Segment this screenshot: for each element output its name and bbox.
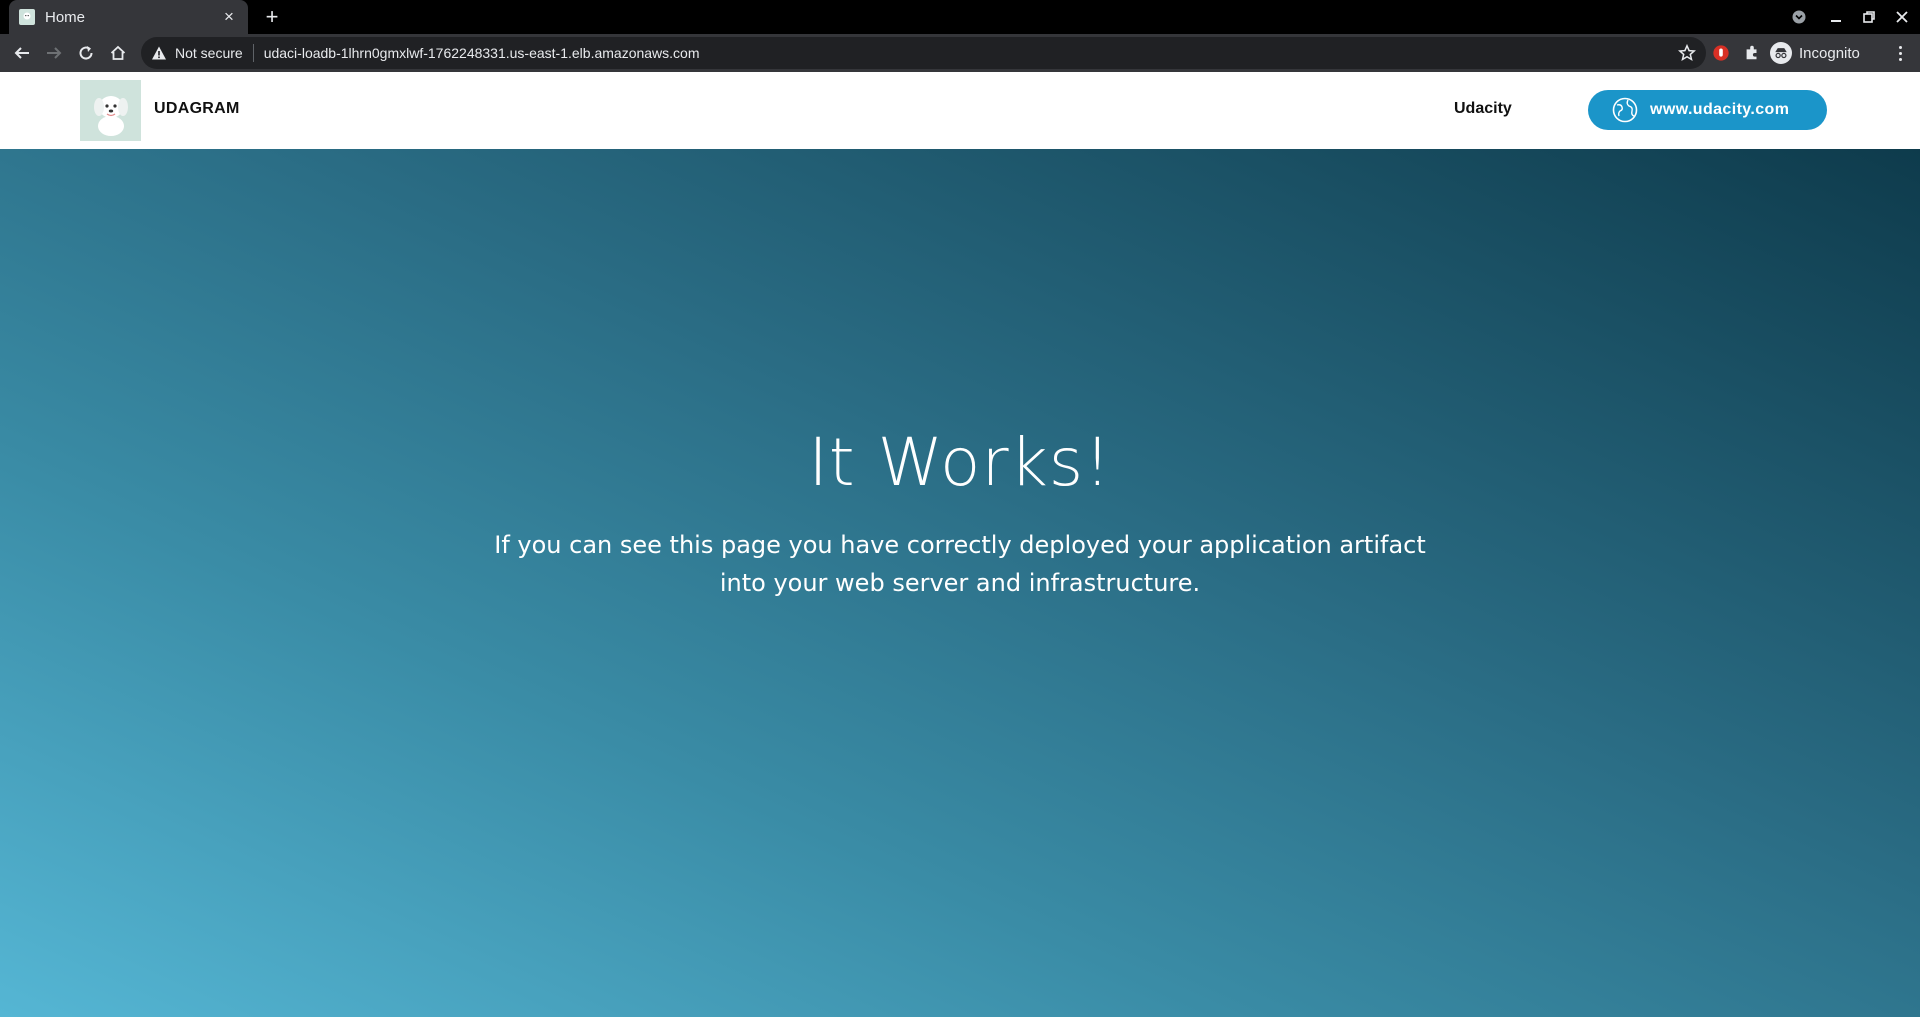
dog-logo-icon [94,96,128,136]
brand-name[interactable]: UDAGRAM [154,100,240,118]
forward-arrow-icon[interactable] [42,41,66,65]
url-text[interactable]: udaci-loadb-1lhrn0gmxlwf-1762248331.us-e… [264,45,700,61]
warning-triangle-icon [152,46,166,60]
red-hand-extension-icon[interactable] [1711,43,1731,63]
globe-icon [1612,97,1638,123]
brand-logo[interactable] [80,80,141,141]
address-bar[interactable]: Not secure udaci-loadb-1lhrn0gmxlwf-1762… [141,37,1706,69]
site-navbar: UDAGRAM Udacity www.udacity.com [0,72,1920,149]
incognito-profile[interactable]: Incognito [1770,39,1860,67]
new-tab-button[interactable]: + [260,5,284,29]
bookmark-star-icon[interactable] [1678,44,1696,62]
tab-close-icon[interactable]: × [220,7,238,27]
hero-heading: It Works! [808,424,1112,501]
home-icon[interactable] [106,41,130,65]
reload-icon[interactable] [74,41,98,65]
browser-toolbar: Not secure udaci-loadb-1lhrn0gmxlwf-1762… [0,34,1920,72]
browser-tab[interactable]: Home × [9,0,248,34]
web-page: UDAGRAM Udacity www.udacity.com It Works… [0,72,1920,1017]
nav-link-udacity[interactable]: Udacity [1454,100,1512,118]
incognito-icon [1770,42,1792,64]
dog-favicon-icon [19,9,35,25]
minimize-icon[interactable] [1825,6,1847,28]
back-arrow-icon[interactable] [10,41,34,65]
address-separator [252,44,254,62]
puzzle-icon[interactable] [1742,43,1762,63]
tab-title: Home [45,8,86,26]
security-status[interactable]: Not secure [175,45,243,61]
cta-label: www.udacity.com [1650,101,1790,118]
hero-section: It Works! If you can see this page you h… [0,149,1920,1017]
close-window-icon[interactable] [1891,6,1913,28]
udacity-website-button[interactable]: www.udacity.com [1588,90,1827,130]
incognito-label: Incognito [1799,44,1860,62]
restore-icon[interactable] [1858,6,1880,28]
browser-menu-icon[interactable] [1890,43,1910,63]
tab-search-icon[interactable] [1788,6,1810,28]
hero-description: If you can see this page you have correc… [494,531,1426,597]
tab-strip: Home × + [0,0,1920,34]
